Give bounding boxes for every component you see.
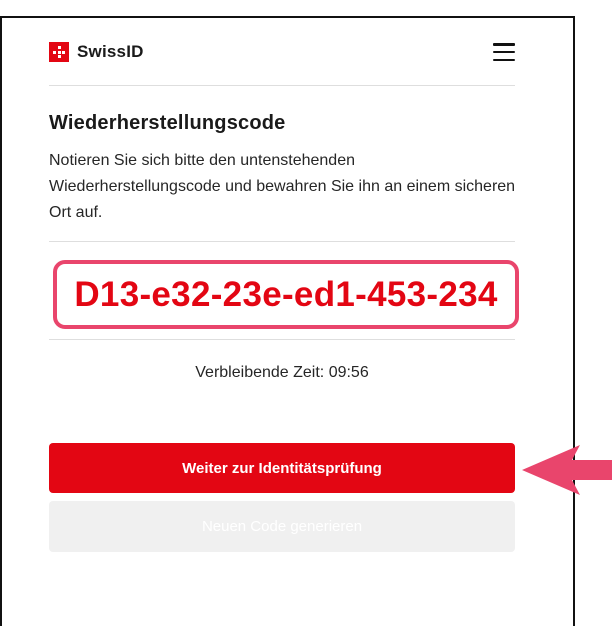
- swissid-logo-icon: [49, 42, 69, 62]
- brand-name: SwissID: [77, 42, 144, 61]
- left-arrow-icon: [522, 445, 612, 495]
- remaining-time: Verbleibende Zeit: 09:56: [195, 364, 369, 381]
- continue-identity-check-button[interactable]: Weiter zur Identitätsprüfung: [49, 443, 515, 493]
- generate-new-code-button[interactable]: Neuen Code generieren: [49, 501, 515, 552]
- recovery-code: D13-e32-23e-ed1-453-234: [74, 274, 498, 314]
- brand[interactable]: SwissID: [49, 42, 144, 62]
- header-divider: [49, 85, 515, 86]
- divider: [49, 241, 515, 242]
- divider: [49, 339, 515, 340]
- hamburger-menu-icon[interactable]: [493, 43, 515, 61]
- recovery-code-box: D13-e32-23e-ed1-453-234: [53, 260, 519, 329]
- header: SwissID: [49, 37, 515, 67]
- instructions-text: Notieren Sie sich bitte den untenstehend…: [49, 152, 516, 221]
- page-title: Wiederherstellungscode: [49, 112, 286, 134]
